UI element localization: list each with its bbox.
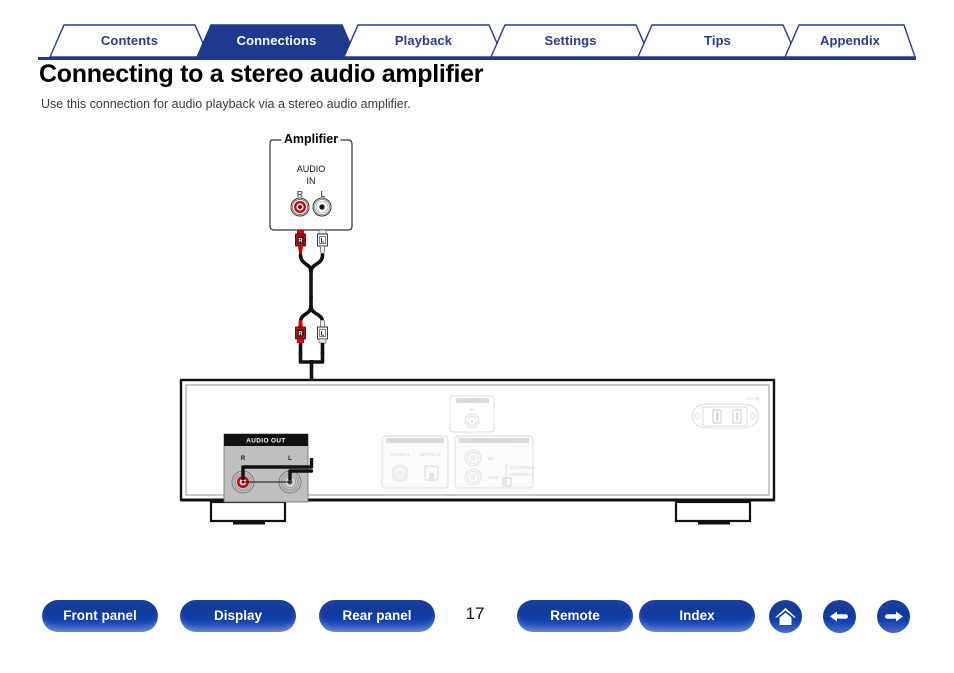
optical-jack xyxy=(424,465,439,481)
rs232c-in-label: IN xyxy=(470,407,475,412)
remote-in-label: IN xyxy=(488,456,493,461)
audio-out-r-label: R xyxy=(241,456,246,462)
amplifier-l-label: L xyxy=(321,189,326,199)
page-number: 17 xyxy=(465,604,485,623)
front-panel-button[interactable]: Front panel xyxy=(42,600,158,632)
svg-text:R: R xyxy=(298,239,303,245)
device-foot-right xyxy=(674,500,752,525)
svg-text:L: L xyxy=(321,239,325,245)
remote-out-label: OUT xyxy=(488,475,498,480)
digital-audio-out-block: DIGITAL AUDIO OUT COAXIAL OPTICAL xyxy=(381,435,449,489)
tab-connections[interactable]: Connections xyxy=(197,24,356,58)
arrow-left-icon[interactable] xyxy=(823,600,856,633)
page-title: Connecting to a stereo audio amplifier xyxy=(39,60,484,88)
remote-out-jack xyxy=(464,468,482,486)
amplifier-jack-right xyxy=(290,197,310,217)
connection-diagram: Amplifier AUDIO IN R L R L R L AUDIO OUT… xyxy=(0,122,954,542)
svg-text:R: R xyxy=(298,332,303,338)
tab-settings[interactable]: Settings xyxy=(491,24,650,58)
optical-label: OPTICAL xyxy=(420,452,441,457)
remote-control-block: REMOTE CONTROL IN OUT EXTERNAL INTERNAL xyxy=(454,435,536,489)
cable-plug-bottom-right: R xyxy=(295,320,306,343)
device-rear-panel: AUDIO OUT R L RS-232C IN DIGITAL AUDIO O… xyxy=(179,378,776,525)
footer-navigation: Front panel Display Rear panel 17 Remote… xyxy=(0,600,954,660)
tab-playback[interactable]: Playback xyxy=(344,24,503,58)
intro-paragraph: Use this connection for audio playback v… xyxy=(41,97,411,111)
internal-label: INTERNAL xyxy=(510,472,535,477)
cable-plug-top-left: L xyxy=(317,229,328,257)
rs232c-header: RS-232C xyxy=(462,398,483,403)
amplifier-in-label: IN xyxy=(307,176,316,186)
audio-out-header: AUDIO OUT xyxy=(246,438,285,445)
remote-in-jack xyxy=(464,449,482,467)
ac-in-label: AC IN xyxy=(746,396,759,401)
external-label: EXTERNAL xyxy=(510,465,536,470)
tab-contents[interactable]: Contents xyxy=(50,24,209,58)
remote-control-header: REMOTE CONTROL xyxy=(471,438,517,443)
amplifier-jack-left xyxy=(312,197,332,217)
display-button[interactable]: Display xyxy=(180,600,296,632)
tab-tips[interactable]: Tips xyxy=(638,24,797,58)
cable-plug-bottom-left: L xyxy=(317,319,328,344)
device-foot-left xyxy=(209,500,287,525)
coaxial-jack xyxy=(391,464,409,482)
rear-panel-button[interactable]: Rear panel xyxy=(319,600,435,632)
amplifier-audio-label: AUDIO xyxy=(297,164,326,174)
amplifier-device: Amplifier AUDIO IN R L xyxy=(269,132,353,231)
audio-out-block: AUDIO OUT R L xyxy=(223,433,314,503)
svg-text:L: L xyxy=(321,332,325,338)
coaxial-label: COAXIAL xyxy=(389,452,411,457)
navigation-tab-bar[interactable]: Contents Connections Playback Settings T… xyxy=(38,24,916,58)
amplifier-title: Amplifier xyxy=(284,132,338,146)
index-button[interactable]: Index xyxy=(639,600,755,632)
cable-plug-pair-top: R L xyxy=(295,229,328,298)
cable-plug-top-right: R xyxy=(295,230,306,256)
home-icon[interactable] xyxy=(769,600,802,633)
remote-button[interactable]: Remote xyxy=(517,600,633,632)
digital-audio-out-header: DIGITAL AUDIO OUT xyxy=(391,438,438,443)
tab-appendix[interactable]: Appendix xyxy=(785,24,915,58)
arrow-right-icon[interactable] xyxy=(877,600,910,633)
audio-out-l-label: L xyxy=(288,456,292,462)
rs232c-block: RS-232C IN xyxy=(449,395,495,433)
